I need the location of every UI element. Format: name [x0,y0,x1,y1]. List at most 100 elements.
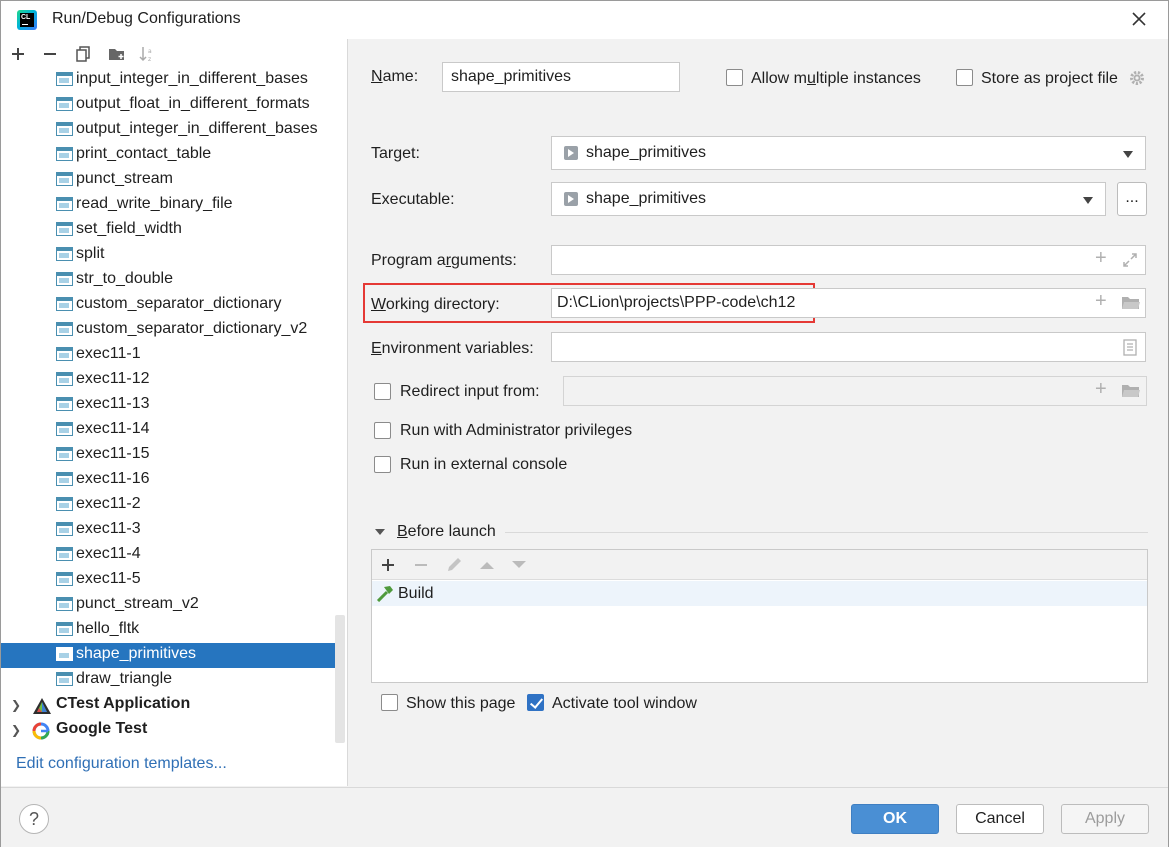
clion-logo-icon: CL [17,10,37,30]
gear-icon[interactable] [1128,69,1146,87]
tree-item[interactable]: custom_separator_dictionary [1,293,335,318]
svg-text:z: z [148,56,151,62]
tree-item[interactable]: exec11-1 [1,343,335,368]
allow-multiple-checkbox[interactable] [726,69,743,86]
browse-executable-button[interactable]: ... [1117,182,1147,216]
tree-item[interactable]: exec11-4 [1,543,335,568]
tree-item[interactable]: punct_stream_v2 [1,593,335,618]
tree-item[interactable]: exec11-15 [1,443,335,468]
folder-icon[interactable] [1121,295,1141,311]
add-icon[interactable]: + [1095,248,1111,268]
tree-item[interactable]: exec11-3 [1,518,335,543]
redirect-input-checkbox[interactable] [374,383,391,400]
tree-item[interactable]: set_field_width [1,218,335,243]
tree-item[interactable]: output_integer_in_different_bases [1,118,335,143]
move-down-icon [512,561,526,568]
tree-item-label: punct_stream [76,170,173,187]
tree-item[interactable]: read_write_binary_file [1,193,335,218]
tree-scrollbar[interactable] [335,615,345,743]
tree-item[interactable]: exec11-5 [1,568,335,593]
tree-item[interactable]: custom_separator_dictionary_v2 [1,318,335,343]
add-icon[interactable]: + [1095,291,1111,311]
tree-item[interactable]: punct_stream [1,168,335,193]
tree-item-label: exec11-12 [76,370,150,387]
run-admin-checkbox[interactable] [374,422,391,439]
help-button[interactable]: ? [19,804,49,834]
tree-item-label: exec11-5 [76,570,141,587]
environment-variables-label: Environment variables: [371,340,534,357]
application-config-icon [56,547,73,561]
executable-dropdown[interactable]: shape_primitives [551,182,1106,216]
tree-item[interactable]: input_integer_in_different_bases [1,69,335,93]
google-test-icon [32,722,50,740]
tree-group[interactable]: ❯ Google Test [1,718,335,743]
tree-item[interactable]: draw_triangle [1,668,335,693]
add-icon[interactable] [8,44,28,64]
application-config-icon [56,472,73,486]
activate-tool-window-label: Activate tool window [552,695,697,712]
tree-item[interactable]: split [1,243,335,268]
remove-icon[interactable] [40,44,60,64]
name-field[interactable]: shape_primitives [442,62,680,92]
application-config-icon [56,122,73,136]
tree-item-label: output_float_in_different_formats [76,95,310,112]
application-config-icon [56,222,73,236]
tree-item[interactable]: output_float_in_different_formats [1,93,335,118]
close-icon[interactable] [1129,9,1149,29]
tree-item[interactable]: str_to_double [1,268,335,293]
application-config-icon [56,622,73,636]
run-external-console-checkbox[interactable] [374,456,391,473]
application-config-icon [56,397,73,411]
run-external-console-label: Run in external console [400,456,568,473]
application-config-icon [56,72,73,86]
working-directory-field[interactable]: D:\CLion\projects\PPP-code\ch12 + [551,288,1146,318]
application-config-icon [56,147,73,161]
configuration-tree: input_integer_in_different_bases output_f… [1,69,335,743]
tree-item[interactable]: exec11-2 [1,493,335,518]
tree-group[interactable]: ❯ CTest Application [1,693,335,718]
collapse-arrow-icon[interactable] [374,527,386,537]
cancel-button[interactable]: Cancel [956,804,1044,834]
tree-item-label: draw_triangle [76,670,173,687]
application-config-icon [56,247,73,261]
tree-group-label: CTest Application [56,695,191,712]
application-config-icon [56,97,73,111]
application-config-icon [56,322,73,336]
tree-item-label: custom_separator_dictionary_v2 [76,320,308,337]
sort-icon[interactable]: az [138,44,158,64]
document-icon[interactable] [1123,339,1137,356]
tree-item[interactable]: exec11-16 [1,468,335,493]
chevron-right-icon[interactable]: ❯ [11,698,21,712]
tree-item-label: exec11-2 [76,495,141,512]
list-item[interactable]: Build [372,581,1147,606]
tree-item[interactable]: shape_primitives [1,643,335,668]
target-dropdown[interactable]: shape_primitives [551,136,1146,170]
target-label: Target: [371,145,420,162]
ok-button[interactable]: OK [851,804,939,834]
tree-item[interactable]: exec11-13 [1,393,335,418]
expand-icon[interactable] [1122,252,1138,268]
tree-item[interactable]: exec11-12 [1,368,335,393]
environment-variables-field[interactable] [551,332,1146,362]
folder-add-icon[interactable] [107,44,127,64]
tree-item[interactable]: hello_fltk [1,618,335,643]
chevron-right-icon[interactable]: ❯ [11,723,21,737]
application-config-icon [56,422,73,436]
apply-button: Apply [1061,804,1149,834]
show-this-page-checkbox[interactable] [381,694,398,711]
application-config-icon [56,497,73,511]
activate-tool-window-checkbox[interactable] [527,694,544,711]
tree-item-label: custom_separator_dictionary [76,295,282,312]
application-config-icon [56,372,73,386]
ctest-icon [33,698,51,714]
copy-icon[interactable] [73,44,93,64]
tree-item-label: shape_primitives [76,645,197,662]
before-launch-list: Build [371,549,1148,683]
executable-label: Executable: [371,191,455,208]
tree-item[interactable]: print_contact_table [1,143,335,168]
store-project-file-checkbox[interactable] [956,69,973,86]
program-arguments-field[interactable]: + [551,245,1146,275]
tree-item[interactable]: exec11-14 [1,418,335,443]
add-icon[interactable] [381,558,395,572]
edit-templates-link[interactable]: Edit configuration templates... [16,755,227,773]
